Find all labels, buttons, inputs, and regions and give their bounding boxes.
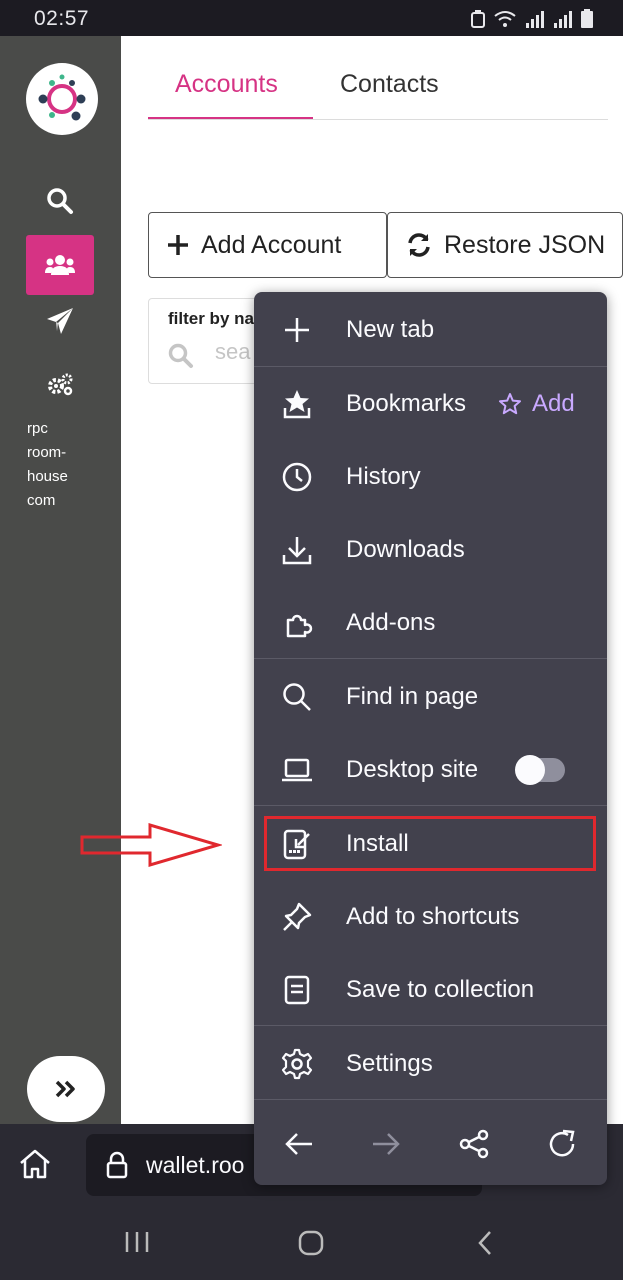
menu-downloads-label: Downloads	[346, 536, 465, 563]
laptop-icon	[282, 758, 312, 782]
gears-icon	[48, 373, 73, 396]
star-outline-icon	[499, 393, 521, 415]
menu-divider	[254, 366, 607, 367]
gear-icon	[281, 1048, 313, 1080]
rpc-line: house	[27, 468, 68, 485]
menu-shortcuts-label: Add to shortcuts	[346, 903, 520, 930]
download-icon	[282, 537, 312, 565]
plus-icon	[285, 318, 309, 342]
menu-bookmarks[interactable]: Bookmarks Add	[254, 368, 607, 440]
tab-bar: Accounts Contacts	[148, 36, 608, 120]
menu-save-to-collection[interactable]: Save to collection	[254, 954, 607, 1026]
home-icon	[20, 1149, 50, 1179]
app-sidebar: rpc room- house com	[0, 36, 121, 1124]
annotation-arrow	[80, 822, 222, 868]
lock-icon	[106, 1151, 128, 1179]
desktop-site-toggle[interactable]	[515, 755, 565, 785]
home-circle-icon	[298, 1230, 324, 1256]
back-arrow-icon[interactable]	[283, 1128, 315, 1160]
signal-icon-2	[554, 11, 572, 28]
collection-icon	[284, 975, 310, 1005]
toggle-knob	[515, 755, 545, 785]
share-icon[interactable]	[458, 1128, 490, 1160]
menu-divider	[254, 805, 607, 806]
app-logo[interactable]	[26, 63, 98, 135]
rpc-line: com	[27, 492, 56, 509]
menu-divider	[254, 1025, 607, 1026]
signal-icon	[526, 11, 544, 28]
menu-settings[interactable]: Settings	[254, 1028, 607, 1100]
menu-find-label: Find in page	[346, 683, 479, 710]
menu-desktop-site[interactable]: Desktop site	[254, 734, 607, 806]
menu-desktop-label: Desktop site	[346, 756, 479, 783]
menu-collection-label: Save to collection	[346, 976, 535, 1003]
menu-new-tab-label: New tab	[346, 316, 435, 343]
install-highlight-box	[264, 816, 596, 871]
recent-apps-icon	[125, 1232, 149, 1252]
system-back-button[interactable]	[476, 1230, 494, 1261]
rpc-line: room-	[27, 444, 67, 461]
status-icons	[471, 8, 593, 28]
search-icon	[168, 343, 193, 368]
wifi-icon	[494, 11, 516, 27]
recycle-icon	[471, 10, 485, 28]
active-tab-indicator	[148, 117, 313, 119]
rpc-line: rpc	[27, 420, 48, 437]
menu-divider	[254, 658, 607, 659]
expand-sidebar-button[interactable]	[27, 1056, 105, 1122]
restore-json-label: Restore JSON	[444, 230, 606, 259]
add-bookmark-label: Add	[532, 390, 575, 417]
filter-label: filter by na	[168, 309, 254, 328]
menu-addons[interactable]: Add-ons	[254, 587, 607, 659]
nav-settings[interactable]	[26, 354, 94, 414]
menu-toolbar	[254, 1100, 607, 1185]
users-icon	[45, 255, 75, 275]
menu-new-tab[interactable]: New tab	[254, 294, 607, 366]
pin-icon	[283, 902, 312, 931]
tab-accounts[interactable]: Accounts	[175, 70, 278, 99]
puzzle-icon	[286, 614, 313, 638]
menu-settings-label: Settings	[346, 1050, 433, 1077]
add-account-button[interactable]: Add Account	[148, 212, 387, 278]
nav-search[interactable]	[26, 171, 94, 231]
restore-json-button[interactable]: Restore JSON	[387, 212, 623, 278]
menu-add-to-shortcuts[interactable]: Add to shortcuts	[254, 881, 607, 953]
system-home-button[interactable]	[298, 1230, 324, 1261]
bookmark-star-icon	[283, 390, 311, 419]
status-time: 02:57	[34, 7, 90, 30]
forward-arrow-icon[interactable]	[370, 1128, 402, 1160]
back-chevron-icon	[478, 1231, 491, 1255]
paper-plane-icon	[47, 308, 73, 334]
reload-icon[interactable]	[546, 1128, 578, 1160]
plus-icon	[168, 235, 188, 255]
sync-icon	[408, 233, 430, 257]
clock-icon	[282, 462, 312, 492]
menu-addons-label: Add-ons	[346, 609, 436, 636]
battery-icon	[581, 9, 593, 28]
recent-apps-button[interactable]	[124, 1230, 150, 1259]
search-icon	[283, 683, 311, 711]
search-icon	[47, 188, 73, 214]
menu-history-label: History	[346, 463, 421, 490]
home-button[interactable]	[18, 1148, 52, 1185]
tab-contacts[interactable]: Contacts	[340, 70, 439, 99]
menu-find-in-page[interactable]: Find in page	[254, 661, 607, 733]
logo-icon	[38, 74, 86, 121]
nav-send[interactable]	[26, 291, 94, 351]
menu-history[interactable]: History	[254, 441, 607, 513]
status-bar: 02:57	[0, 0, 623, 36]
url-text: wallet.roo	[146, 1151, 245, 1178]
add-bookmark-button[interactable]: Add	[498, 390, 575, 418]
browser-overflow-menu: New tab Bookmarks Add History Downloads …	[254, 292, 607, 1185]
rpc-endpoint-label: rpc room- house com	[27, 417, 68, 513]
menu-bookmarks-label: Bookmarks	[346, 390, 467, 417]
nav-accounts[interactable]	[26, 235, 94, 295]
menu-downloads[interactable]: Downloads	[254, 514, 607, 586]
system-nav-bar	[0, 1208, 623, 1280]
double-chevron-right-icon	[55, 1080, 75, 1098]
add-account-label: Add Account	[201, 230, 342, 259]
